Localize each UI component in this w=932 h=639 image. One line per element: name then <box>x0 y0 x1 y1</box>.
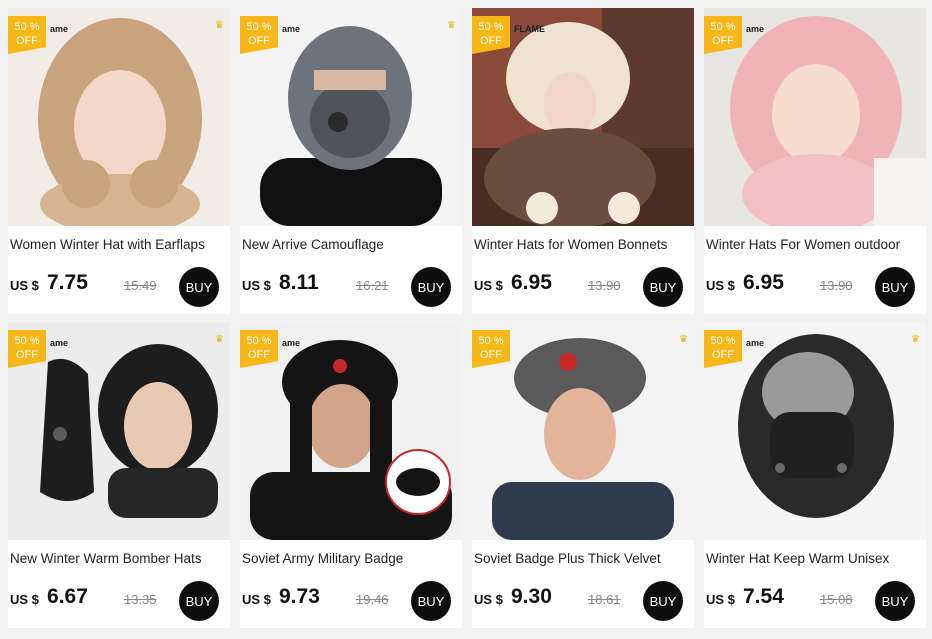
product-card[interactable]: 50 % OFF ame ♛ Women Winter Hat with Ear… <box>8 8 230 314</box>
product-card[interactable]: 50 % OFF ame ♛ Winter Hat Keep Warm Unis… <box>704 322 926 628</box>
product-card[interactable]: 50 % OFF ame Soviet Army Military Badge … <box>240 322 462 628</box>
buy-button[interactable]: BUY <box>179 581 219 621</box>
original-price: 18.61 <box>588 592 621 607</box>
currency-label: US $ <box>474 592 503 607</box>
discount-percent: 50 % <box>478 21 504 33</box>
crown-icon: ♛ <box>911 334 920 345</box>
crown-icon: ♛ <box>447 20 456 31</box>
buy-button[interactable]: BUY <box>875 581 915 621</box>
original-price: 13.35 <box>124 592 157 607</box>
currency-label: US $ <box>242 278 271 293</box>
currency-label: US $ <box>474 278 503 293</box>
brand-watermark: ame <box>50 24 69 34</box>
product-card[interactable]: 50 % OFF ame ♛ New Winter Warm Bomber Ha… <box>8 322 230 628</box>
sale-price: 7.54 <box>743 585 784 608</box>
discount-off: OFF <box>712 349 734 361</box>
discount-off: OFF <box>16 349 38 361</box>
product-title[interactable]: Women Winter Hat with Earflaps <box>10 237 226 252</box>
original-price: 15.08 <box>820 592 853 607</box>
original-price: 13.90 <box>820 278 853 293</box>
brand-watermark: ame <box>746 24 765 34</box>
buy-button[interactable]: BUY <box>643 267 683 307</box>
product-card[interactable]: 50 % OFF FLAME Winter Hats for Women Bon… <box>472 8 694 314</box>
discount-percent: 50 % <box>478 335 504 347</box>
sale-price: 6.95 <box>511 271 552 294</box>
product-title[interactable]: Winter Hat Keep Warm Unisex <box>706 551 922 566</box>
sale-price: 8.11 <box>279 271 319 294</box>
product-title[interactable]: Soviet Badge Plus Thick Velvet <box>474 551 690 566</box>
brand-watermark: ame <box>50 338 69 348</box>
crown-icon: ♛ <box>215 334 224 345</box>
price-row: US $ 6.95 13.90 BUY <box>474 267 692 307</box>
price-row: US $ 6.67 13.35 BUY <box>10 581 228 621</box>
price-row: US $ 7.75 15.49 BUY <box>10 267 228 307</box>
original-price: 15.49 <box>124 278 157 293</box>
price-row: US $ 7.54 15.08 BUY <box>706 581 924 621</box>
crown-icon: ♛ <box>215 20 224 31</box>
product-title[interactable]: Soviet Army Military Badge <box>242 551 458 566</box>
brand-watermark: ame <box>746 338 765 348</box>
brand-watermark: ame <box>282 24 301 34</box>
product-title[interactable]: New Winter Warm Bomber Hats <box>10 551 226 566</box>
discount-off: OFF <box>480 349 502 361</box>
currency-label: US $ <box>10 278 39 293</box>
brand-watermark: FLAME <box>514 24 545 34</box>
buy-button[interactable]: BUY <box>179 267 219 307</box>
original-price: 19.46 <box>356 592 389 607</box>
currency-label: US $ <box>706 278 735 293</box>
discount-percent: 50 % <box>246 335 272 347</box>
discount-off: OFF <box>712 35 734 47</box>
currency-label: US $ <box>242 592 271 607</box>
product-title[interactable]: New Arrive Camouflage <box>242 237 458 252</box>
original-price: 16.21 <box>356 278 389 293</box>
sale-price: 7.75 <box>47 271 88 294</box>
crown-icon: ♛ <box>679 334 688 345</box>
sale-price: 9.73 <box>279 585 320 608</box>
sale-price: 6.67 <box>47 585 88 608</box>
product-card[interactable]: 50 % OFF ame ♛ New Arrive Camouflage US … <box>240 8 462 314</box>
price-row: US $ 8.11 16.21 BUY <box>242 267 460 307</box>
product-grid: 50 % OFF ame ♛ Women Winter Hat with Ear… <box>0 0 932 639</box>
product-card[interactable]: 50 % OFF ♛ Soviet Badge Plus Thick Velve… <box>472 322 694 628</box>
sale-price: 9.30 <box>511 585 552 608</box>
discount-percent: 50 % <box>14 21 40 33</box>
product-title[interactable]: Winter Hats for Women Bonnets <box>474 237 690 252</box>
buy-button[interactable]: BUY <box>643 581 683 621</box>
discount-percent: 50 % <box>14 335 40 347</box>
brand-watermark: ame <box>282 338 301 348</box>
discount-percent: 50 % <box>710 21 736 33</box>
price-row: US $ 6.95 13.90 BUY <box>706 267 924 307</box>
original-price: 13.90 <box>588 278 621 293</box>
sale-price: 6.95 <box>743 271 784 294</box>
discount-off: OFF <box>480 35 502 47</box>
product-title[interactable]: Winter Hats For Women outdoor <box>706 237 922 252</box>
discount-off: OFF <box>16 35 38 47</box>
buy-button[interactable]: BUY <box>875 267 915 307</box>
buy-button[interactable]: BUY <box>411 581 451 621</box>
currency-label: US $ <box>706 592 735 607</box>
discount-percent: 50 % <box>710 335 736 347</box>
product-card[interactable]: 50 % OFF ame Winter Hats For Women outdo… <box>704 8 926 314</box>
discount-off: OFF <box>248 35 270 47</box>
buy-button[interactable]: BUY <box>411 267 451 307</box>
currency-label: US $ <box>10 592 39 607</box>
price-row: US $ 9.73 19.46 BUY <box>242 581 460 621</box>
price-row: US $ 9.30 18.61 BUY <box>474 581 692 621</box>
discount-off: OFF <box>248 349 270 361</box>
discount-percent: 50 % <box>246 21 272 33</box>
